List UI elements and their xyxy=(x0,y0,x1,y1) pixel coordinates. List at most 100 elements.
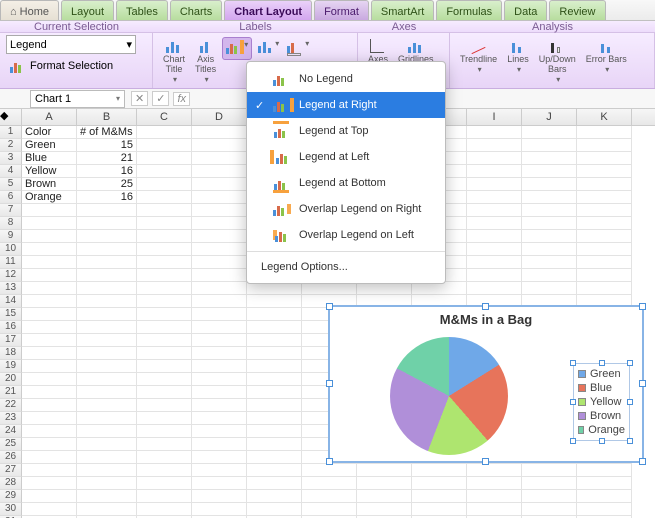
row-header[interactable]: 28 xyxy=(0,477,22,490)
cell[interactable] xyxy=(137,126,192,139)
cell[interactable] xyxy=(357,477,412,490)
cell[interactable] xyxy=(467,464,522,477)
cell[interactable] xyxy=(137,373,192,386)
cell[interactable] xyxy=(577,126,632,139)
cell[interactable] xyxy=(467,191,522,204)
cell[interactable] xyxy=(137,347,192,360)
tab-chart-layout[interactable]: Chart Layout xyxy=(224,0,312,20)
row-header[interactable]: 5 xyxy=(0,178,22,191)
cell[interactable] xyxy=(22,464,77,477)
chart-legend[interactable]: GreenBlueYellowBrownOrange xyxy=(573,363,630,441)
cell[interactable]: Brown xyxy=(22,178,77,191)
cell[interactable] xyxy=(302,503,357,516)
cell[interactable] xyxy=(77,360,137,373)
cell[interactable] xyxy=(137,308,192,321)
cell[interactable] xyxy=(577,178,632,191)
cell[interactable] xyxy=(192,503,247,516)
tab-smartart[interactable]: SmartArt xyxy=(371,0,434,20)
tab-review[interactable]: Review xyxy=(549,0,605,20)
row-header[interactable]: 29 xyxy=(0,490,22,503)
cell[interactable] xyxy=(22,256,77,269)
cell[interactable] xyxy=(22,295,77,308)
pie-plot[interactable] xyxy=(390,337,508,455)
cell[interactable] xyxy=(77,243,137,256)
cell[interactable] xyxy=(137,412,192,425)
cell[interactable] xyxy=(137,152,192,165)
row-header[interactable]: 30 xyxy=(0,503,22,516)
cell[interactable] xyxy=(522,204,577,217)
cell[interactable] xyxy=(137,490,192,503)
cell[interactable] xyxy=(137,503,192,516)
tab-home[interactable]: ⌂Home xyxy=(0,0,59,20)
cell[interactable] xyxy=(192,373,247,386)
cell[interactable] xyxy=(192,386,247,399)
cell[interactable] xyxy=(77,282,137,295)
row-header[interactable]: 23 xyxy=(0,412,22,425)
cell[interactable] xyxy=(137,386,192,399)
row-header[interactable]: 8 xyxy=(0,217,22,230)
cell[interactable] xyxy=(577,464,632,477)
cell[interactable] xyxy=(77,399,137,412)
menu-overlap-left[interactable]: Overlap Legend on Left xyxy=(247,222,445,248)
cell[interactable] xyxy=(522,230,577,243)
lines-button[interactable]: Lines xyxy=(503,37,533,88)
cell[interactable] xyxy=(137,282,192,295)
cell[interactable] xyxy=(577,230,632,243)
menu-legend-options[interactable]: Legend Options... xyxy=(247,255,445,279)
cell[interactable] xyxy=(192,269,247,282)
cell[interactable] xyxy=(467,126,522,139)
cell[interactable] xyxy=(77,256,137,269)
cell[interactable] xyxy=(77,503,137,516)
cell[interactable] xyxy=(247,295,302,308)
cell[interactable] xyxy=(577,282,632,295)
cell[interactable] xyxy=(137,178,192,191)
cell[interactable] xyxy=(192,308,247,321)
cell[interactable] xyxy=(522,256,577,269)
cell[interactable] xyxy=(522,503,577,516)
cell[interactable] xyxy=(137,139,192,152)
cell[interactable] xyxy=(22,230,77,243)
name-box[interactable]: Chart 1▾ xyxy=(30,90,125,108)
cell[interactable] xyxy=(22,425,77,438)
col-header[interactable]: D xyxy=(192,109,247,125)
cell[interactable] xyxy=(467,139,522,152)
row-header[interactable]: 3 xyxy=(0,152,22,165)
cell[interactable] xyxy=(467,178,522,191)
cell[interactable]: Blue xyxy=(22,152,77,165)
cell[interactable] xyxy=(577,256,632,269)
cell[interactable]: 16 xyxy=(77,165,137,178)
cell[interactable] xyxy=(192,217,247,230)
cell[interactable] xyxy=(77,386,137,399)
cell[interactable] xyxy=(22,204,77,217)
cell[interactable] xyxy=(522,191,577,204)
legend-item[interactable]: Orange xyxy=(578,423,625,437)
cell[interactable] xyxy=(247,503,302,516)
row-header[interactable]: 6 xyxy=(0,191,22,204)
cell[interactable] xyxy=(192,347,247,360)
row-header[interactable]: 16 xyxy=(0,321,22,334)
cell[interactable] xyxy=(192,334,247,347)
cell[interactable] xyxy=(192,191,247,204)
cell[interactable] xyxy=(577,139,632,152)
row-header[interactable]: 17 xyxy=(0,334,22,347)
legend-item[interactable]: Yellow xyxy=(578,395,625,409)
cell[interactable] xyxy=(137,295,192,308)
tab-layout[interactable]: Layout xyxy=(61,0,114,20)
cell[interactable] xyxy=(137,360,192,373)
cell[interactable] xyxy=(247,464,302,477)
cell[interactable] xyxy=(77,464,137,477)
cell[interactable] xyxy=(522,178,577,191)
cell[interactable] xyxy=(192,425,247,438)
cell[interactable] xyxy=(192,464,247,477)
cell[interactable] xyxy=(357,464,412,477)
col-header[interactable]: B xyxy=(77,109,137,125)
updown-bars-button[interactable]: Up/Down Bars xyxy=(535,37,580,88)
cell[interactable] xyxy=(467,477,522,490)
cell[interactable] xyxy=(77,425,137,438)
cell[interactable] xyxy=(137,217,192,230)
cell[interactable] xyxy=(247,425,302,438)
cell[interactable] xyxy=(192,477,247,490)
cell[interactable] xyxy=(77,295,137,308)
cell[interactable] xyxy=(577,165,632,178)
cell[interactable] xyxy=(137,399,192,412)
